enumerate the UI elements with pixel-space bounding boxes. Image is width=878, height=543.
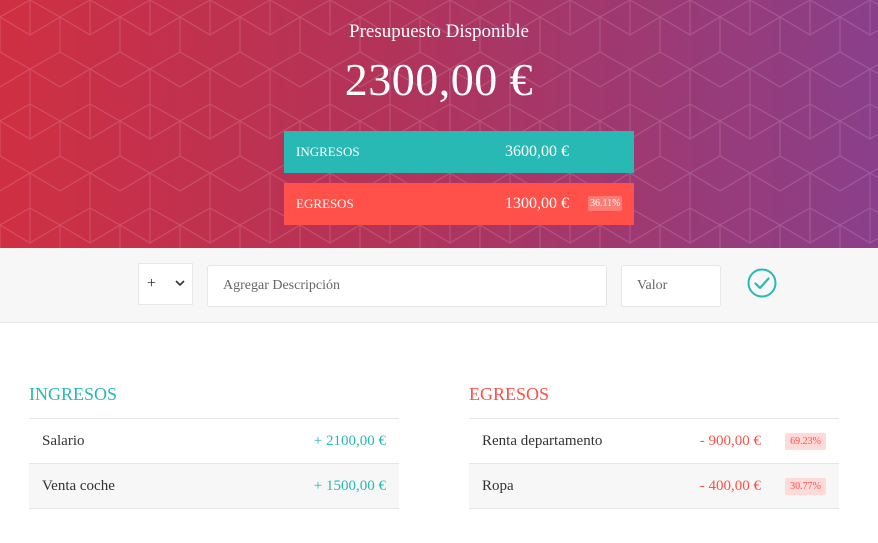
expense-summary: EGRESOS 1300,00 € 36.11% — [284, 183, 634, 225]
value-input[interactable] — [621, 265, 721, 307]
budget-header: Presupuesto Disponible 2300,00 € INGRESO… — [0, 0, 878, 248]
chevron-down-icon — [175, 280, 185, 287]
income-item: Venta coche + 1500,00 € — [29, 464, 399, 509]
type-select-value: + — [147, 275, 157, 292]
income-item: Salario + 2100,00 € — [29, 419, 399, 464]
expense-list-title: EGRESOS — [469, 383, 839, 419]
income-item-value: + 1500,00 € — [313, 477, 386, 494]
expense-item-value: - 900,00 € — [699, 432, 761, 449]
income-summary-value: 3600,00 € — [505, 143, 569, 160]
add-item-button[interactable] — [746, 267, 778, 299]
expense-summary-label: EGRESOS — [296, 196, 354, 211]
check-circle-icon — [747, 268, 777, 298]
income-list-title: INGRESOS — [29, 383, 399, 419]
expense-item-percentage: 69.23% — [785, 432, 826, 450]
type-select[interactable]: + — [138, 263, 193, 305]
budget-title: Presupuesto Disponible — [349, 21, 529, 42]
add-item-bar: + — [0, 248, 878, 323]
available-budget-value: 2300,00 € — [344, 54, 534, 105]
expense-item-percentage: 30.77% — [785, 477, 826, 495]
expense-summary-value: 1300,00 € — [505, 195, 569, 212]
expense-item-value: - 400,00 € — [699, 477, 761, 494]
expense-percentage-badge: 36.11% — [588, 196, 623, 211]
expense-item: Renta departamento - 900,00 € 69.23% — [469, 419, 839, 464]
expense-item-description: Renta departamento — [482, 432, 603, 449]
expense-item-description: Ropa — [482, 477, 514, 494]
expense-list: EGRESOS Renta departamento - 900,00 € 69… — [469, 383, 839, 509]
description-input[interactable] — [207, 265, 607, 307]
income-list: INGRESOS Salario + 2100,00 € Venta coche… — [29, 383, 399, 509]
income-item-value: + 2100,00 € — [313, 432, 386, 449]
income-summary-label: INGRESOS — [296, 144, 360, 159]
income-summary: INGRESOS 3600,00 € — [284, 131, 634, 173]
expense-item: Ropa - 400,00 € 30.77% — [469, 464, 839, 509]
